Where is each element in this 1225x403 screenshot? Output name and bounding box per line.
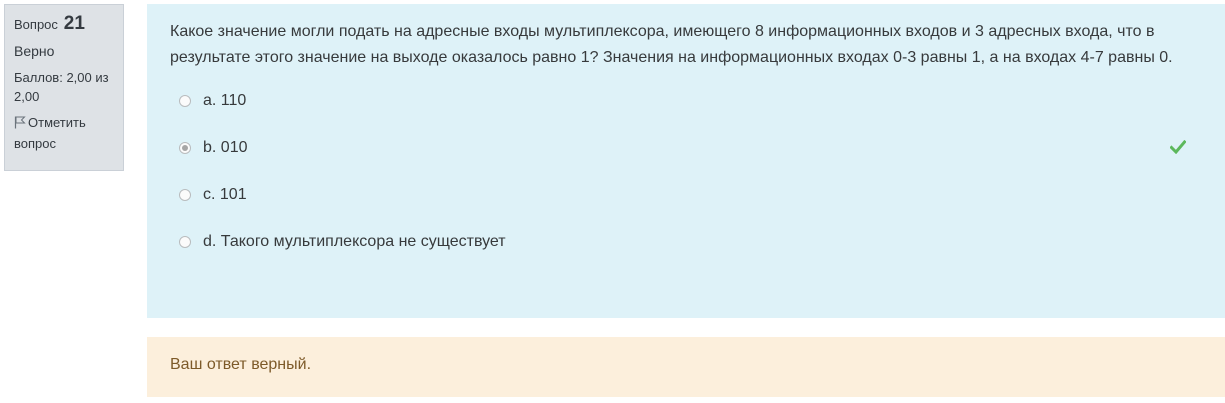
- answer-option-a[interactable]: a. 110: [170, 92, 1203, 141]
- question-number-row: Вопрос 21: [14, 13, 114, 36]
- answer-radio-d[interactable]: [179, 236, 191, 248]
- question-formulation: Какое значение могли подать на адресные …: [147, 4, 1225, 318]
- question-grade: Баллов: 2,00 из 2,00: [14, 70, 109, 104]
- answer-list: a. 110 b. 010 c. 101 d. Такого мультипле…: [170, 92, 1203, 282]
- answer-label-b[interactable]: b. 010: [203, 137, 247, 159]
- question-state: Верно: [14, 43, 55, 59]
- answer-label-a[interactable]: a. 110: [203, 90, 246, 112]
- answer-radio-b[interactable]: [179, 142, 191, 154]
- flag-question-link[interactable]: Отметить вопрос: [14, 112, 114, 154]
- question-info-panel: Вопрос 21 Верно Баллов: 2,00 из 2,00 Отм…: [4, 4, 124, 171]
- answer-label-d[interactable]: d. Такого мультиплексора не существует: [203, 231, 506, 253]
- answer-radio-c[interactable]: [179, 189, 191, 201]
- answer-radio-a[interactable]: [179, 95, 191, 107]
- question-number: 21: [63, 13, 85, 34]
- answer-label-c[interactable]: c. 101: [203, 184, 247, 206]
- check-icon: [1170, 140, 1186, 154]
- answer-option-d[interactable]: d. Такого мультиплексора не существует: [170, 233, 1203, 282]
- flag-icon: [14, 116, 26, 129]
- feedback-box: Ваш ответ верный.: [147, 337, 1225, 397]
- question-label: Вопрос: [14, 17, 58, 32]
- question-text: Какое значение могли подать на адресные …: [170, 23, 1173, 66]
- feedback-text: Ваш ответ верный.: [170, 356, 312, 373]
- answer-option-c[interactable]: c. 101: [170, 186, 1203, 235]
- answer-option-b[interactable]: b. 010: [170, 139, 1203, 188]
